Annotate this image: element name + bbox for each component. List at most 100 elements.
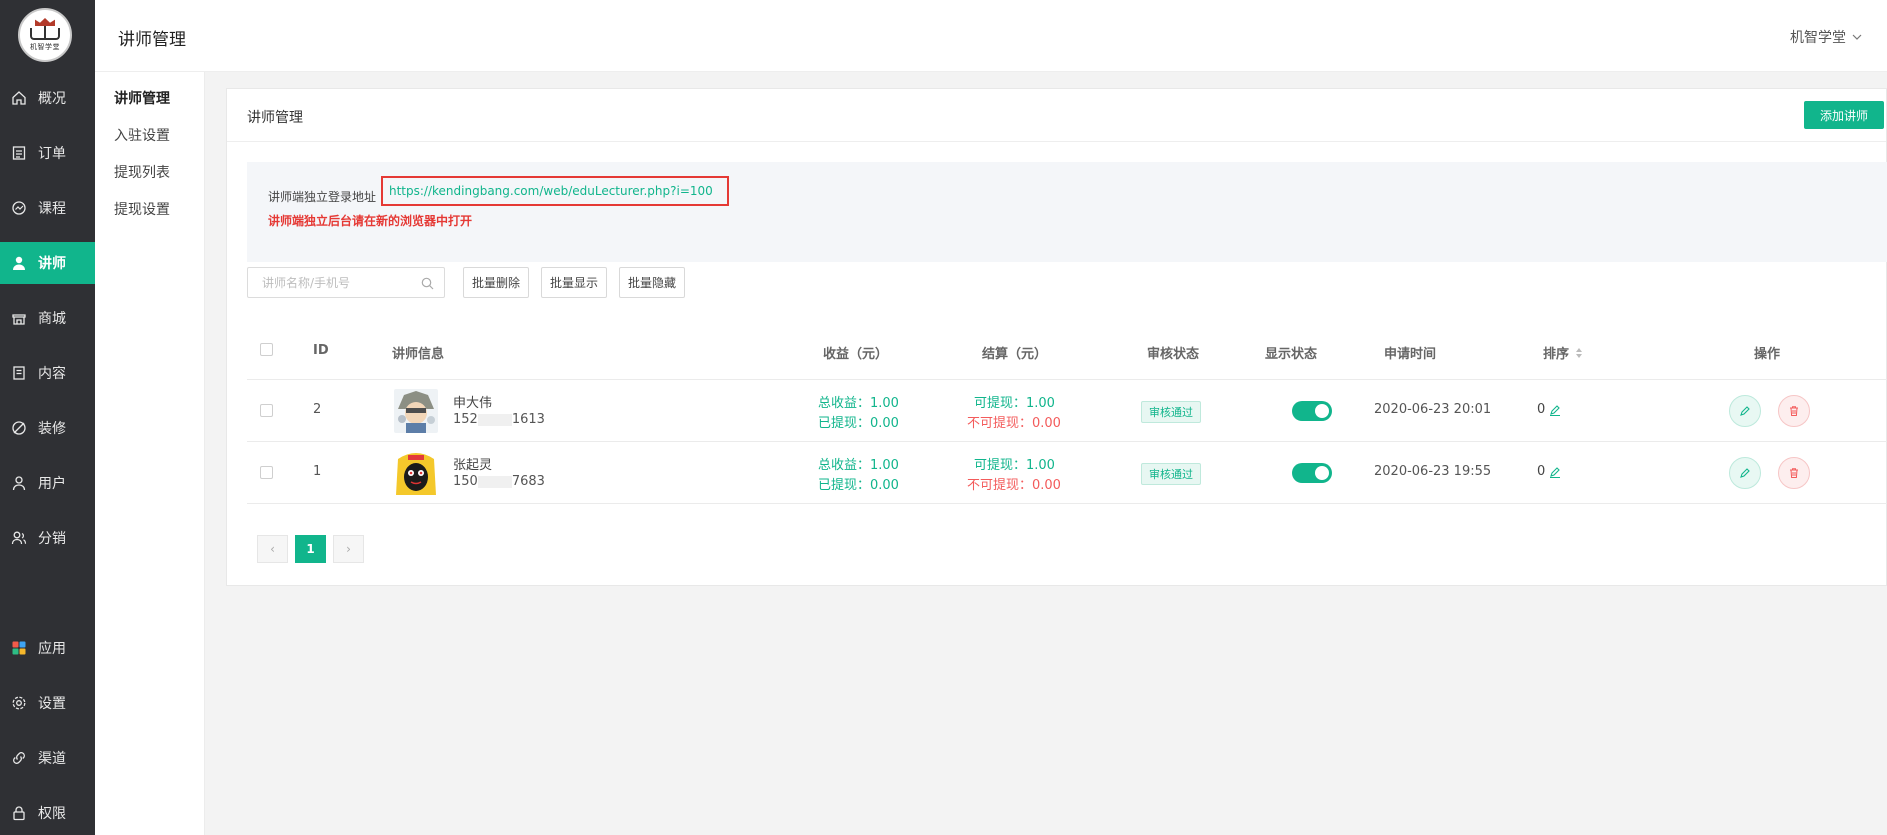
search-icon[interactable] <box>421 277 434 290</box>
batch-show-button[interactable]: 批量显示 <box>541 267 607 298</box>
nav-item-label: 装修 <box>38 421 66 437</box>
row-checkbox[interactable] <box>260 404 273 417</box>
subnav-item-lecturer-manage[interactable]: 讲师管理 <box>114 88 170 108</box>
lecturer-card: 讲师管理 添加讲师 讲师端独立登录地址 https://kendingbang.… <box>226 88 1887 586</box>
subnav-item-join-settings[interactable]: 入驻设置 <box>114 125 170 145</box>
select-all-checkbox[interactable] <box>260 343 273 356</box>
content-icon <box>11 365 27 381</box>
pagination: ‹ 1 › <box>257 535 371 563</box>
col-settle: 结算（元） <box>982 347 1048 362</box>
phone-suffix: 7683 <box>511 474 545 489</box>
nav-item-label: 渠道 <box>38 751 66 767</box>
search-box <box>247 267 445 298</box>
next-page-button[interactable]: › <box>333 535 364 563</box>
col-id: ID <box>313 343 329 358</box>
nav-item-store[interactable]: 商城 <box>0 297 95 339</box>
nav-item-permissions[interactable]: 权限 <box>0 792 95 834</box>
col-ops: 操作 <box>1754 347 1781 362</box>
home-icon <box>11 90 27 106</box>
phone-prefix: 150 <box>453 474 478 489</box>
total-income: 总收益：1.00 <box>818 458 899 473</box>
login-url-highlight: https://kendingbang.com/web/eduLecturer.… <box>381 176 729 206</box>
pencil-icon <box>1740 406 1750 416</box>
nav-item-content[interactable]: 内容 <box>0 352 95 394</box>
lecturer-phone: 152 1613 <box>453 412 545 427</box>
sub-sidebar: 讲师管理 入驻设置 提现列表 提现设置 <box>95 72 205 835</box>
apply-time: 2020-06-23 20:01 <box>1374 402 1492 417</box>
phone-suffix: 1613 <box>511 412 545 427</box>
row-checkbox[interactable] <box>260 466 273 479</box>
lecturer-table: ID 讲师信息 收益（元） 结算（元） 审核状态 显示状态 申请时间 排序 操作… <box>247 323 1887 504</box>
page-number[interactable]: 1 <box>295 535 326 563</box>
sort-number: 0 <box>1537 402 1546 417</box>
col-display: 显示状态 <box>1265 347 1318 362</box>
nav-item-users[interactable]: 用户 <box>0 462 95 504</box>
sort-number: 0 <box>1537 464 1546 479</box>
nav-item-apps[interactable]: 应用 <box>0 627 95 669</box>
nav-item-courses[interactable]: 课程 <box>0 187 95 229</box>
edit-sort-icon[interactable] <box>1549 404 1561 416</box>
withdrawn-amount: 已提现：0.00 <box>818 478 899 493</box>
add-lecturer-button[interactable]: 添加讲师 <box>1804 101 1884 129</box>
prev-page-button[interactable]: ‹ <box>257 535 288 563</box>
delete-button[interactable] <box>1778 395 1810 427</box>
row-id: 2 <box>313 402 322 417</box>
login-url-label: 讲师端独立登录地址 <box>268 190 377 204</box>
apps-icon <box>11 640 27 656</box>
store-icon <box>11 310 27 326</box>
sort-value: 0 <box>1537 464 1561 479</box>
nav-item-lecturers[interactable]: 讲师 <box>0 242 95 284</box>
nav-item-channels[interactable]: 渠道 <box>0 737 95 779</box>
sort-icon <box>1576 347 1583 358</box>
account-name: 机智学堂 <box>1790 30 1846 46</box>
nav-item-label: 商城 <box>38 311 66 327</box>
search-input[interactable] <box>262 275 422 290</box>
table-header: ID 讲师信息 收益（元） 结算（元） 审核状态 显示状态 申请时间 排序 操作 <box>247 323 1887 380</box>
subnav-item-withdraw-list[interactable]: 提现列表 <box>114 162 170 182</box>
trash-icon <box>1790 406 1798 416</box>
sort-value: 0 <box>1537 402 1561 417</box>
nav-item-orders[interactable]: 订单 <box>0 132 95 174</box>
chevron-down-icon <box>1852 34 1862 40</box>
top-header: 讲师管理 机智学堂 <box>95 0 1887 72</box>
withdrawn-amount: 已提现：0.00 <box>818 416 899 431</box>
batch-delete-button[interactable]: 批量删除 <box>463 267 529 298</box>
nav-item-distribution[interactable]: 分销 <box>0 517 95 559</box>
not-withdrawable-amount: 不可提现：0.00 <box>967 416 1061 431</box>
edit-sort-icon[interactable] <box>1549 466 1561 478</box>
nav-item-label: 用户 <box>38 476 66 492</box>
edit-button[interactable] <box>1729 395 1761 427</box>
row-id: 1 <box>313 464 322 479</box>
logo-text: 机智学堂 <box>30 43 60 51</box>
lecturer-name: 张起灵 <box>453 458 493 473</box>
delete-button[interactable] <box>1778 457 1810 489</box>
display-toggle[interactable] <box>1292 463 1332 483</box>
edit-button[interactable] <box>1729 457 1761 489</box>
lecturer-phone: 150 7683 <box>453 474 545 489</box>
table-row: 2 申大伟 152 1613 总收益：1.00 已提现：0.00 可提现：1.00… <box>247 380 1887 442</box>
subnav-item-withdraw-settings[interactable]: 提现设置 <box>114 199 170 219</box>
divider <box>227 141 1886 142</box>
lecturer-icon <box>11 255 27 271</box>
table-row: 1 张起灵 1507683 总收益：1.00 已提现：0.00 可提现：1.0 <box>247 442 1887 504</box>
nav-item-settings[interactable]: 设置 <box>0 682 95 724</box>
batch-hide-button[interactable]: 批量隐藏 <box>619 267 685 298</box>
nav-item-overview[interactable]: 概况 <box>0 77 95 119</box>
audit-status-badge: 审核通过 <box>1141 401 1201 423</box>
login-info-box: 讲师端独立登录地址 https://kendingbang.com/web/ed… <box>247 162 1887 262</box>
display-toggle[interactable] <box>1292 401 1332 421</box>
col-sort[interactable]: 排序 <box>1543 343 1583 362</box>
col-income: 收益（元） <box>823 347 889 362</box>
lock-icon <box>11 805 27 821</box>
login-url-link[interactable]: https://kendingbang.com/web/eduLecturer.… <box>389 184 713 198</box>
decorate-icon <box>11 420 27 436</box>
crown-icon <box>35 18 55 26</box>
brand-logo[interactable]: 机智学堂 <box>18 8 72 62</box>
book-icon <box>30 26 60 40</box>
phone-mask <box>477 413 512 426</box>
nav-item-decorate[interactable]: 装修 <box>0 407 95 449</box>
nav-item-label: 应用 <box>38 641 66 657</box>
lecturer-name: 申大伟 <box>453 396 493 411</box>
account-menu[interactable]: 机智学堂 <box>1790 27 1862 47</box>
col-apply-time: 申请时间 <box>1384 347 1437 362</box>
